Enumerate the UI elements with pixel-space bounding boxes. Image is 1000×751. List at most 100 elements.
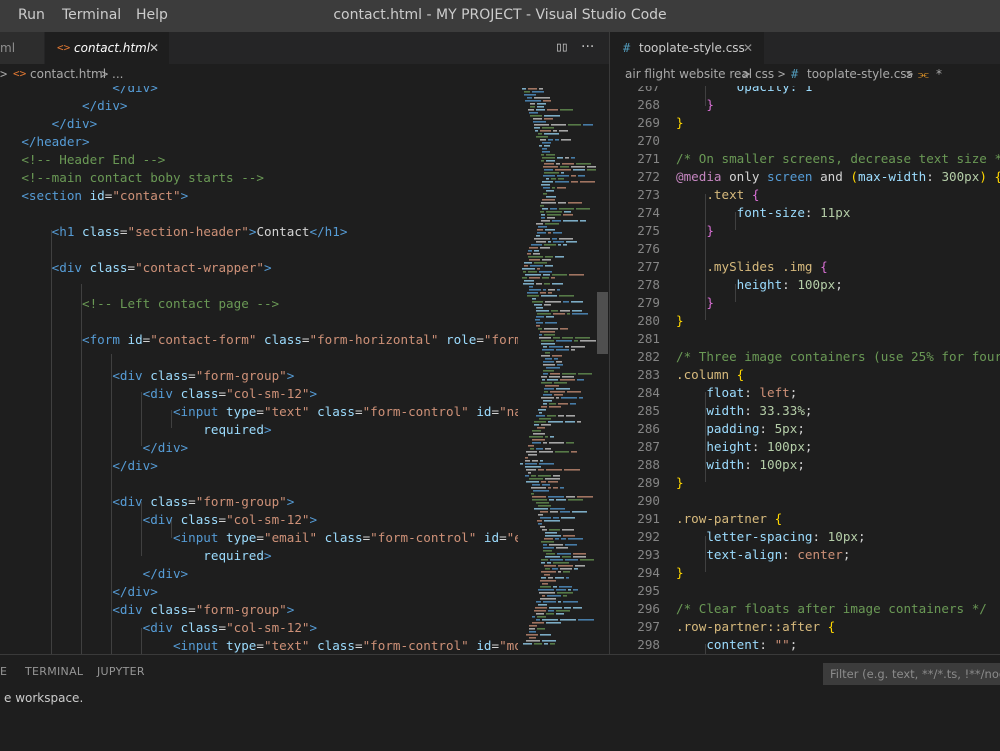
code-line[interactable]: <!-- Header End --> — [0, 151, 165, 169]
code-line[interactable]: <div class="contact-wrapper"> — [0, 259, 272, 277]
vertical-scrollbar[interactable] — [597, 86, 608, 654]
code-line[interactable]: 276 — [610, 240, 1000, 258]
minimap-line — [544, 145, 550, 147]
code-line[interactable]: 270 — [610, 132, 1000, 150]
code-line[interactable]: <div class="form-group"> — [0, 367, 294, 385]
breadcrumb-folder[interactable]: air flight website real — [625, 64, 752, 84]
minimap[interactable] — [518, 86, 598, 654]
minimap-line — [532, 430, 541, 432]
code-line[interactable]: <!-- Left contact page --> — [0, 295, 279, 313]
filter-input[interactable]: Filter (e.g. text, **/*.ts, !**/node_m — [823, 663, 1000, 685]
code-token: "section-header" — [127, 224, 249, 239]
tab-contact-html[interactable]: <> contact.html ✕ — [45, 32, 169, 64]
minimap-line — [526, 451, 537, 453]
code-line[interactable]: 272 @media only screen and (max-width: 30… — [610, 168, 1000, 186]
code-line[interactable]: 284 float: left; — [610, 384, 1000, 402]
minimap-line — [571, 166, 585, 168]
breadcrumb-file[interactable]: tooplate-style.css — [807, 64, 913, 84]
minimap-line — [562, 376, 574, 378]
minimap-line — [527, 253, 531, 255]
code-line[interactable]: 275 } — [610, 222, 1000, 240]
code-line[interactable]: 277 .mySlides .img { — [610, 258, 1000, 276]
breadcrumb-folder-css[interactable]: css — [755, 64, 774, 84]
code-line[interactable]: </div> — [0, 115, 98, 133]
code-line[interactable]: <input type="text" class="form-control" … — [0, 403, 518, 421]
code-line[interactable]: 271 /* On smaller screens, decrease text … — [610, 150, 1000, 168]
code-line[interactable]: 278 height: 100px; — [610, 276, 1000, 294]
minimap-line — [542, 619, 558, 621]
minimap-line — [574, 568, 578, 570]
code-line[interactable]: </header> — [0, 133, 89, 151]
code-line[interactable]: 297 .row-partner::after { — [610, 618, 1000, 636]
minimap-line — [529, 625, 537, 627]
code-line[interactable]: <form id="contact-form" class="form-hori… — [0, 331, 518, 349]
split-editor-icon[interactable]: ▯▯ — [555, 40, 569, 55]
code-line[interactable]: 283 .column { — [610, 366, 1000, 384]
code-line[interactable]: </div> — [0, 565, 189, 583]
code-line[interactable]: 290 — [610, 492, 1000, 510]
line-content: } — [676, 114, 684, 132]
breadcrumb-symbol[interactable]: * — [936, 64, 942, 84]
code-line[interactable]: <input type="text" class="form-control" … — [0, 637, 518, 654]
code-line[interactable]: 282 /* Three image containers (use 25% fo… — [610, 348, 1000, 366]
tab-previous-file[interactable]: ml — [0, 32, 44, 64]
code-line[interactable]: <div class="form-group"> — [0, 493, 294, 511]
code-line[interactable]: 273 .text { — [610, 186, 1000, 204]
code-line[interactable]: 279 } — [610, 294, 1000, 312]
code-line[interactable]: <div class="form-group"> — [0, 601, 294, 619]
code-line[interactable]: 293 text-align: center; — [610, 546, 1000, 564]
code-line[interactable]: required> — [0, 547, 271, 565]
code-line[interactable]: 291 .row-partner { — [610, 510, 1000, 528]
code-line[interactable]: </div> — [0, 583, 158, 601]
tab-tooplate-style-css[interactable]: # tooplate-style.css ✕ — [610, 32, 764, 64]
code-line[interactable]: 292 letter-spacing: 10px; — [610, 528, 1000, 546]
code-line[interactable]: <div class="col-sm-12"> — [0, 385, 317, 403]
code-line[interactable]: <!--main contact boby starts --> — [0, 169, 264, 187]
code-line[interactable]: 269} — [610, 114, 1000, 132]
code-line[interactable]: </div> — [0, 457, 158, 475]
close-icon[interactable]: ✕ — [743, 32, 753, 64]
code-line[interactable]: <div class="col-sm-12"> — [0, 511, 317, 529]
code-line[interactable]: 285 width: 33.33%; — [610, 402, 1000, 420]
css-editor[interactable]: 267 opacity: 1 268 } 269} 270 271/* On small… — [610, 86, 1000, 654]
code-token: id — [89, 188, 105, 203]
breadcrumb-symbol[interactable]: ... — [112, 64, 123, 84]
code-line[interactable]: </div> — [0, 86, 158, 97]
panel-tab-jupyter[interactable]: JUPYTER — [97, 665, 145, 678]
code-line[interactable]: <section id="contact"> — [0, 187, 188, 205]
code-line[interactable]: <div class="col-sm-12"> — [0, 619, 317, 637]
code-line[interactable]: 281 — [610, 330, 1000, 348]
code-line[interactable]: 280} — [610, 312, 1000, 330]
panel-tab-problems[interactable]: E — [0, 665, 7, 678]
code-line[interactable]: 268 } — [610, 96, 1000, 114]
code-line[interactable]: </div> — [0, 97, 128, 115]
code-token: /* On smaller screens, decrease text siz… — [676, 151, 1000, 166]
minimap-line — [537, 268, 540, 270]
minimap-line — [540, 634, 551, 636]
tab-label: tooplate-style.css — [639, 41, 745, 55]
code-line[interactable]: 287 height: 100px; — [610, 438, 1000, 456]
code-line[interactable]: 286 padding: 5px; — [610, 420, 1000, 438]
code-line[interactable]: </div> — [0, 439, 189, 457]
code-line[interactable]: 288 width: 100px; — [610, 456, 1000, 474]
more-actions-icon[interactable]: ··· — [581, 39, 594, 55]
line-number: 279 — [637, 295, 660, 310]
code-line[interactable]: <input type="email" class="form-control"… — [0, 529, 518, 547]
html-editor[interactable]: </div> </div> </div> </header> <!-- Head… — [0, 86, 518, 654]
panel-tab-terminal[interactable]: TERMINAL — [25, 665, 83, 678]
minimap-line — [554, 382, 567, 384]
close-icon[interactable]: ✕ — [149, 32, 159, 64]
code-line[interactable]: 295 — [610, 582, 1000, 600]
code-line[interactable]: 267 opacity: 1 — [610, 86, 1000, 96]
code-token: max-width — [858, 169, 927, 184]
breadcrumb-file[interactable]: contact.html — [30, 64, 106, 84]
code-line[interactable]: 298 content: ""; — [610, 636, 1000, 654]
scrollbar-thumb[interactable] — [597, 292, 608, 354]
code-line[interactable]: required> — [0, 421, 271, 439]
code-line[interactable]: <h1 class="section-header">Contact</h1> — [0, 223, 348, 241]
code-line[interactable]: 274 font-size: 11px — [610, 204, 1000, 222]
code-line[interactable]: 294} — [610, 564, 1000, 582]
code-line[interactable]: 289} — [610, 474, 1000, 492]
right-tab-bar: # tooplate-style.css ✕ — [610, 32, 1000, 64]
code-line[interactable]: 296 /* Clear floats after image container… — [610, 600, 1000, 618]
